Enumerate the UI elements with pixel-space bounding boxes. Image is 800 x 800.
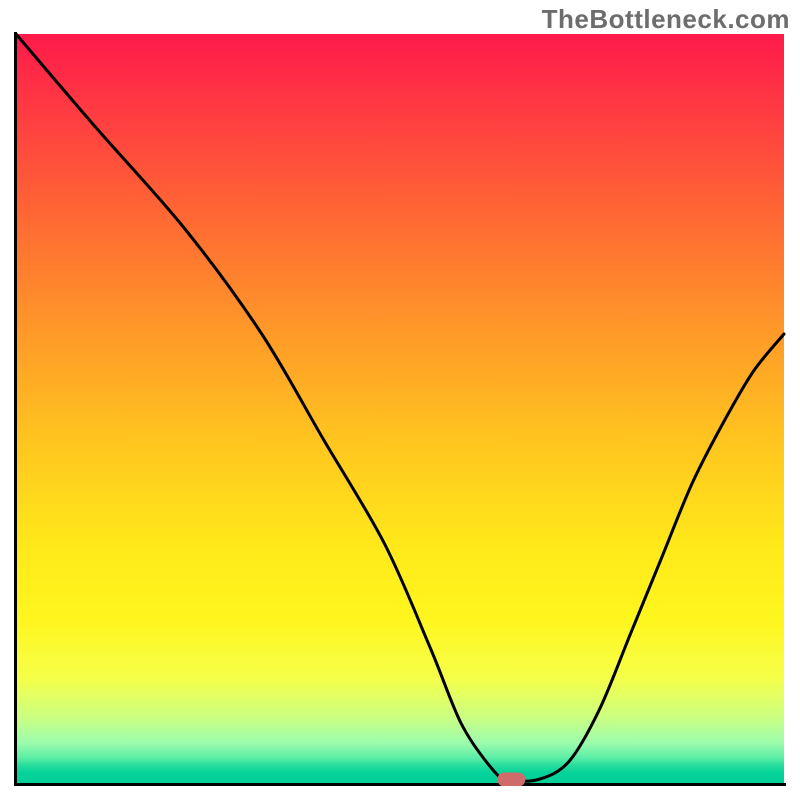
chart-frame: TheBottleneck.com xyxy=(0,0,800,800)
chart-plot-area xyxy=(14,32,786,786)
optimal-marker xyxy=(497,773,525,787)
chart-svg xyxy=(14,32,786,786)
watermark-text: TheBottleneck.com xyxy=(542,4,790,35)
chart-background xyxy=(16,34,784,784)
